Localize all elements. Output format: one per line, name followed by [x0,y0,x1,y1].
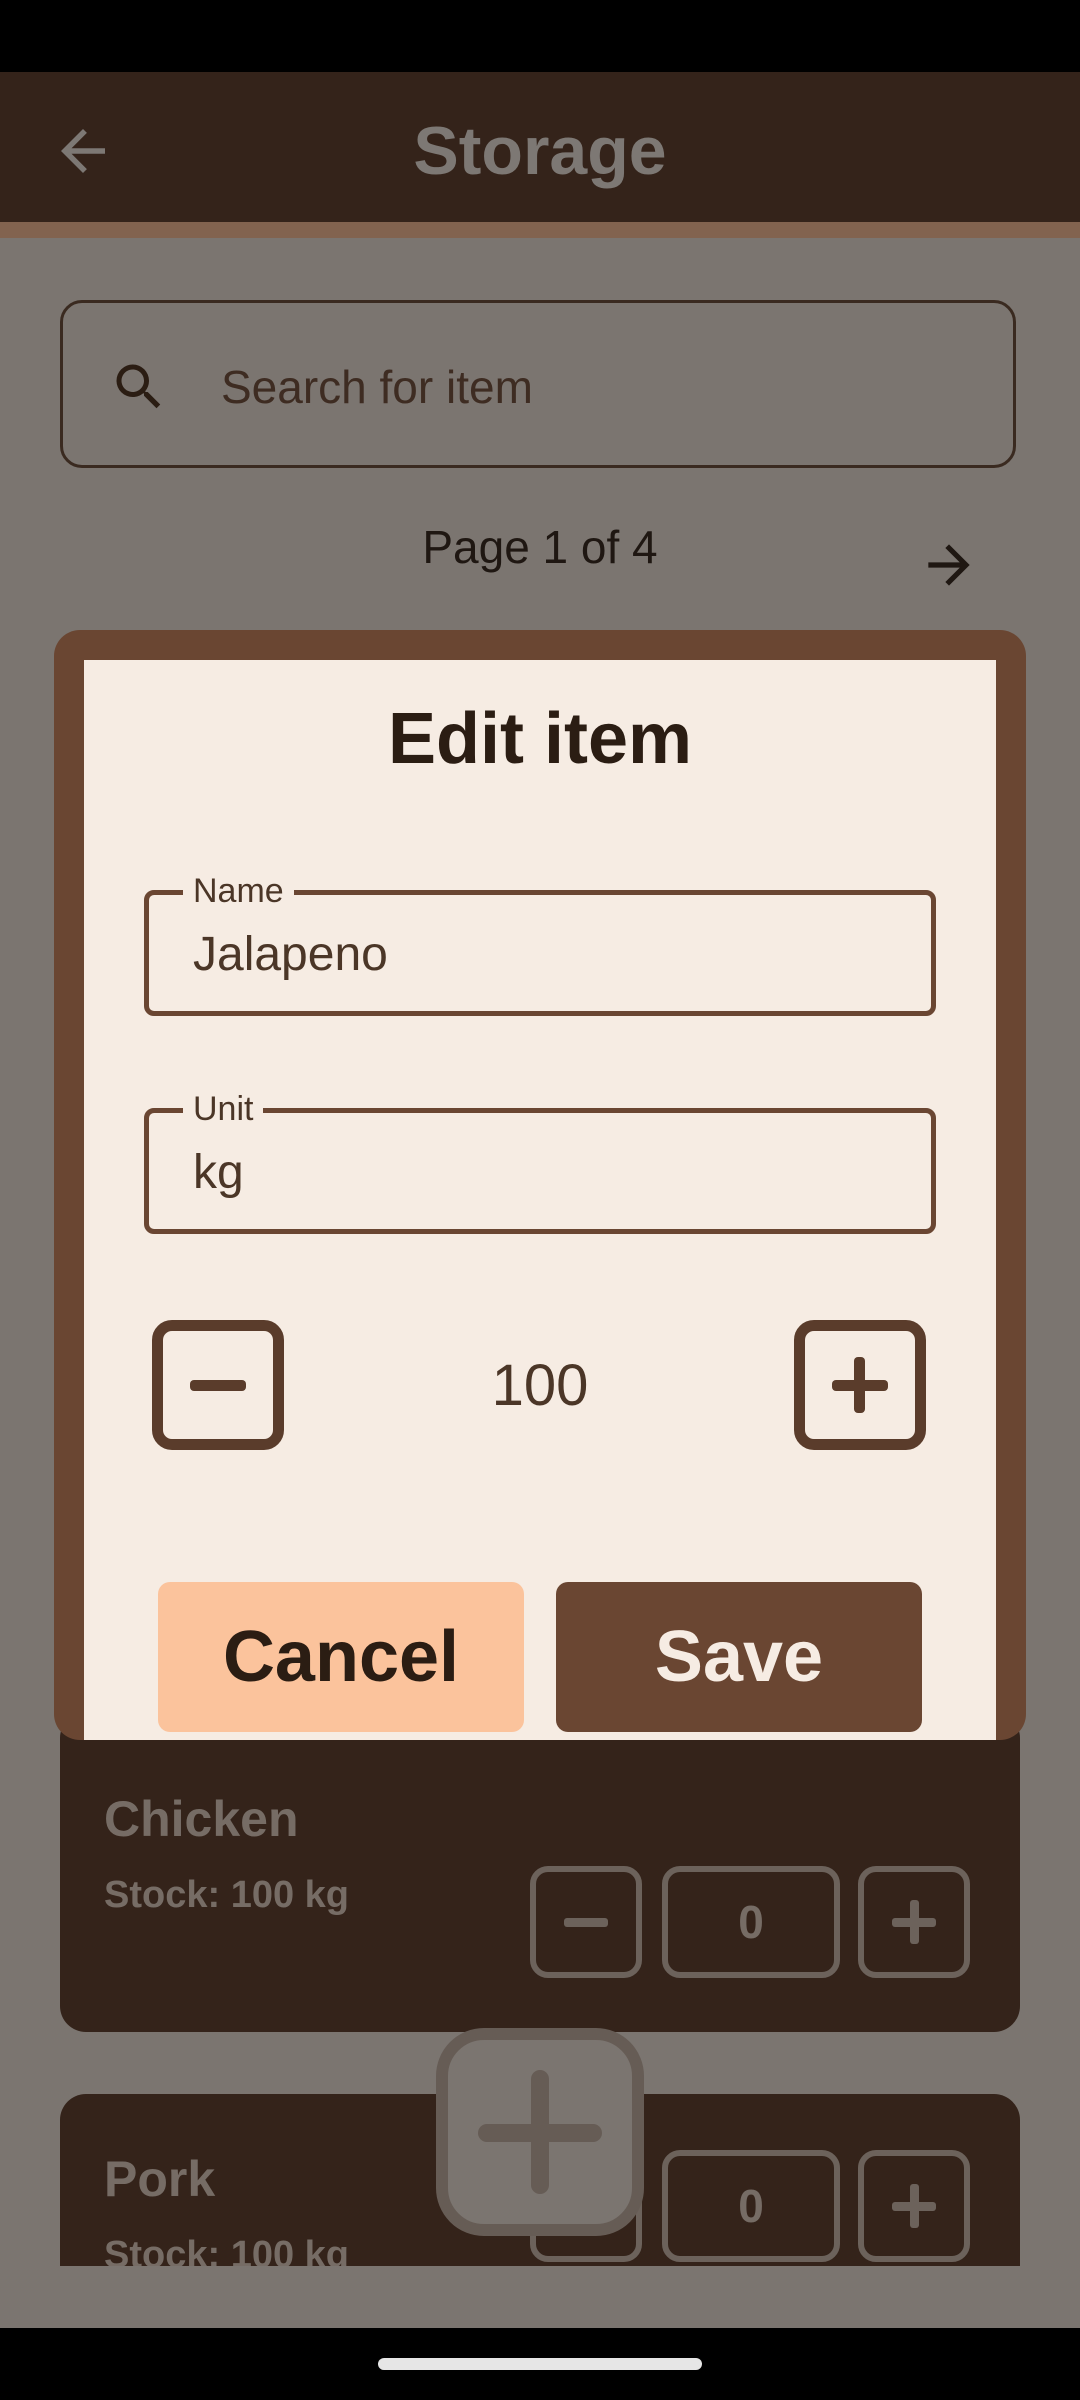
plus-icon [892,2184,936,2228]
item-stock: Stock: 100 kg [104,1874,349,1916]
increase-quantity-button[interactable] [794,1320,926,1450]
quantity-field[interactable]: 0 [662,1866,840,1978]
navigation-bar [0,2328,1080,2400]
search-icon [109,357,169,417]
increase-button[interactable] [858,2150,970,2262]
search-input[interactable]: Search for item [221,357,533,417]
edit-item-dialog: Edit item Name Jalapeno Unit kg 100 Canc… [54,630,1026,1740]
app-title: Storage [413,113,667,189]
item-name: Chicken [104,1791,299,1847]
dialog-content: Edit item Name Jalapeno Unit kg 100 Canc… [84,660,996,1740]
status-bar [0,0,1080,72]
item-card[interactable]: Chicken Stock: 100 kg 0 [60,1712,1020,2032]
plus-icon [478,2070,602,2194]
list-bottom-edge [0,2266,1080,2328]
next-page-button[interactable] [918,534,980,596]
item-name: Pork [104,2151,216,2207]
app-bar: Storage [0,72,1080,238]
increase-button[interactable] [858,1866,970,1978]
name-field[interactable]: Name Jalapeno [144,871,936,1016]
search-bar[interactable]: Search for item [60,300,1016,468]
minus-icon [564,1918,608,1927]
name-field-value[interactable]: Jalapeno [193,925,388,985]
home-indicator[interactable] [378,2358,702,2370]
add-item-button[interactable] [436,2028,644,2236]
unit-field-value[interactable]: kg [193,1143,244,1203]
arrow-right-icon [928,544,970,586]
quantity-field[interactable]: 0 [662,2150,840,2262]
app-screen: Storage Search for item Page 1 of 4 Chic… [0,72,1080,2328]
plus-icon [832,1357,888,1413]
name-field-label: Name [183,871,294,911]
decrease-button[interactable] [530,1866,642,1978]
save-button[interactable]: Save [556,1582,922,1732]
dialog-title: Edit item [387,699,693,779]
plus-icon [892,1900,936,1944]
unit-field[interactable]: Unit kg [144,1089,936,1234]
unit-field-label: Unit [183,1089,264,1129]
cancel-button[interactable]: Cancel [158,1582,524,1732]
